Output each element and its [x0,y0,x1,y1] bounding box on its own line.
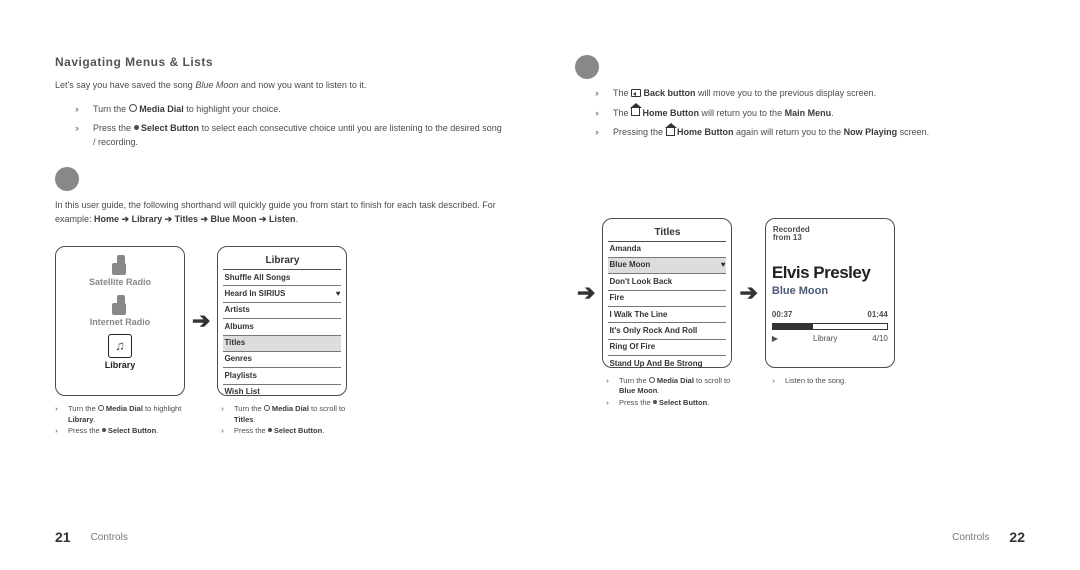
np-recorded-label: Recorded from 13 [772,225,888,245]
arrow-icon: ➔ [190,308,212,334]
shorthand-paragraph: In this user guide, the following shorth… [55,199,505,226]
list-item: Albums [223,319,341,335]
home-item: Satellite Radio [89,255,151,289]
home-item: Internet Radio [90,295,151,329]
page-number: 21 [55,529,71,545]
section-heading: Navigating Menus & Lists [55,55,505,69]
device-screen-now-playing: Recorded from 13 Elvis Presley Blue Moon… [765,218,895,368]
device-screen-library: Library Shuffle All Songs Heard In SIRIU… [217,246,347,396]
select-button-icon [653,400,657,404]
list-item: Genres [223,352,341,368]
screens-row: ➔ Titles Amanda Blue Moon♥ Don't Look Ba… [575,218,1025,368]
captions-row: Turn the Media Dial to highlight Library… [55,404,505,438]
caption: Turn the Media Dial to scroll to Titles.… [221,404,351,438]
device-screen-titles: Titles Amanda Blue Moon♥ Don't Look Back… [602,218,732,368]
np-footer: ▶ Library 4/10 [772,334,888,344]
list-item: Playlists [223,368,341,384]
screens-row: Satellite Radio Internet Radio ♫ Library… [55,246,505,396]
instruction-item: Pressing the Home Button again will retu… [595,126,1025,140]
list-item: Wish List [223,385,341,400]
list-item: I Walk The Line [608,307,726,323]
media-dial-icon [129,104,137,112]
manual-page-left: Navigating Menus & Lists Let's say you h… [0,0,540,570]
tip-icon [55,167,79,191]
np-duration: 01:44 [867,310,887,320]
list-item: Don't Look Back [608,274,726,290]
manual-page-right: The Back button will move you to the pre… [540,0,1080,570]
caption: Turn the Media Dial to highlight Library… [55,404,185,438]
library-icon: ♫ [108,334,132,358]
media-dial-icon [98,405,104,411]
home-item-selected: ♫ Library [105,334,136,372]
home-item-label: Library [105,360,136,372]
instruction-item: The Home Button will return you to the M… [595,107,1025,121]
home-item-label: Satellite Radio [89,277,151,289]
satellite-radio-icon [109,255,131,275]
heart-icon: ♥ [721,260,726,270]
home-button-icon [666,128,675,136]
list-item: Shuffle All Songs [223,270,341,286]
instruction-list: The Back button will move you to the pre… [575,87,1025,146]
list-item-highlighted: Titles [223,336,341,352]
caption: Listen to the song. [772,376,902,410]
np-song: Blue Moon [772,284,888,298]
list-item: Ring Of Fire [608,340,726,356]
instruction-item: The Back button will move you to the pre… [595,87,1025,101]
home-button-icon [631,108,640,116]
list-item: Artists [223,303,341,319]
list-item: Heard In SIRIUS♥ [223,286,341,302]
play-icon: ▶ [772,334,778,344]
np-progress-bar [772,323,888,330]
instruction-item: Press the Select Button to select each c… [75,122,505,149]
footer-label: Controls [952,532,989,543]
np-time-row: 00:37 01:44 [772,310,888,320]
intro-paragraph: Let's say you have saved the song Blue M… [55,79,505,93]
media-dial-icon [649,377,655,383]
page-number: 22 [1009,529,1025,545]
footer-label: Controls [91,532,128,543]
caption: Turn the Media Dial to scroll to Blue Mo… [606,376,736,410]
list-item: It's Only Rock And Roll [608,323,726,339]
media-dial-icon [264,405,270,411]
np-artist: Elvis Presley [772,262,888,284]
page-footer: 21 Controls [55,499,505,545]
arrow-icon: ➔ [575,280,597,306]
np-elapsed: 00:37 [772,310,792,320]
arrow-icon: ➔ [737,280,759,306]
device-screen-home: Satellite Radio Internet Radio ♫ Library [55,246,185,396]
select-button-icon [134,125,139,130]
select-button-icon [102,428,106,432]
back-button-icon [631,89,641,97]
list-item: Amanda [608,242,726,258]
list-item: Stand Up And Be Strong [608,356,726,371]
select-button-icon [268,428,272,432]
instruction-list: Turn the Media Dial to highlight your ch… [55,103,505,156]
internet-radio-icon [109,295,131,315]
page-footer: Controls 22 [575,499,1025,545]
instruction-item: Turn the Media Dial to highlight your ch… [75,103,505,117]
screen-title: Library [223,252,341,270]
heart-icon: ♥ [336,289,341,299]
list-item-highlighted: Blue Moon♥ [608,258,726,274]
captions-row: Turn the Media Dial to scroll to Blue Mo… [575,376,1025,410]
home-item-label: Internet Radio [90,317,151,329]
tip-icon [575,55,599,79]
screen-title: Titles [608,224,726,242]
list-item: Fire [608,291,726,307]
